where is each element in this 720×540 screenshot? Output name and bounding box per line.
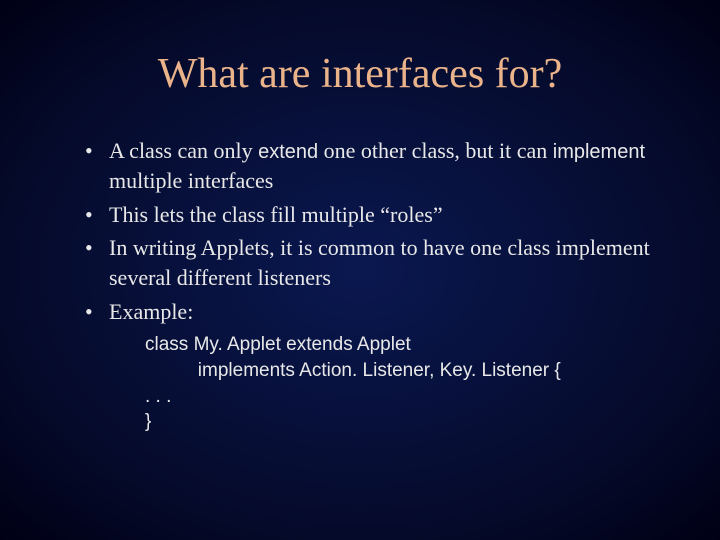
bullet-text: one other class, but it can — [318, 138, 553, 163]
slide-title: What are interfaces for? — [65, 50, 655, 98]
keyword-implement: implement — [553, 141, 645, 163]
bullet-text: multiple interfaces — [109, 168, 273, 193]
keyword-extend: extend — [258, 141, 318, 163]
bullet-text: In writing Applets, it is common to have… — [109, 235, 650, 290]
bullet-item: A class can only extend one other class,… — [85, 136, 655, 196]
bullet-text: Example: — [109, 299, 193, 324]
bullet-text: This lets the class fill multiple “roles… — [109, 202, 443, 227]
bullet-text: A class can only — [109, 138, 258, 163]
bullet-item: In writing Applets, it is common to have… — [85, 233, 655, 292]
bullet-list: A class can only extend one other class,… — [65, 136, 655, 326]
bullet-item: This lets the class fill multiple “roles… — [85, 200, 655, 230]
bullet-item: Example: — [85, 297, 655, 327]
slide: What are interfaces for? A class can onl… — [0, 0, 720, 475]
code-example: class My. Applet extends Applet implemen… — [145, 332, 655, 435]
